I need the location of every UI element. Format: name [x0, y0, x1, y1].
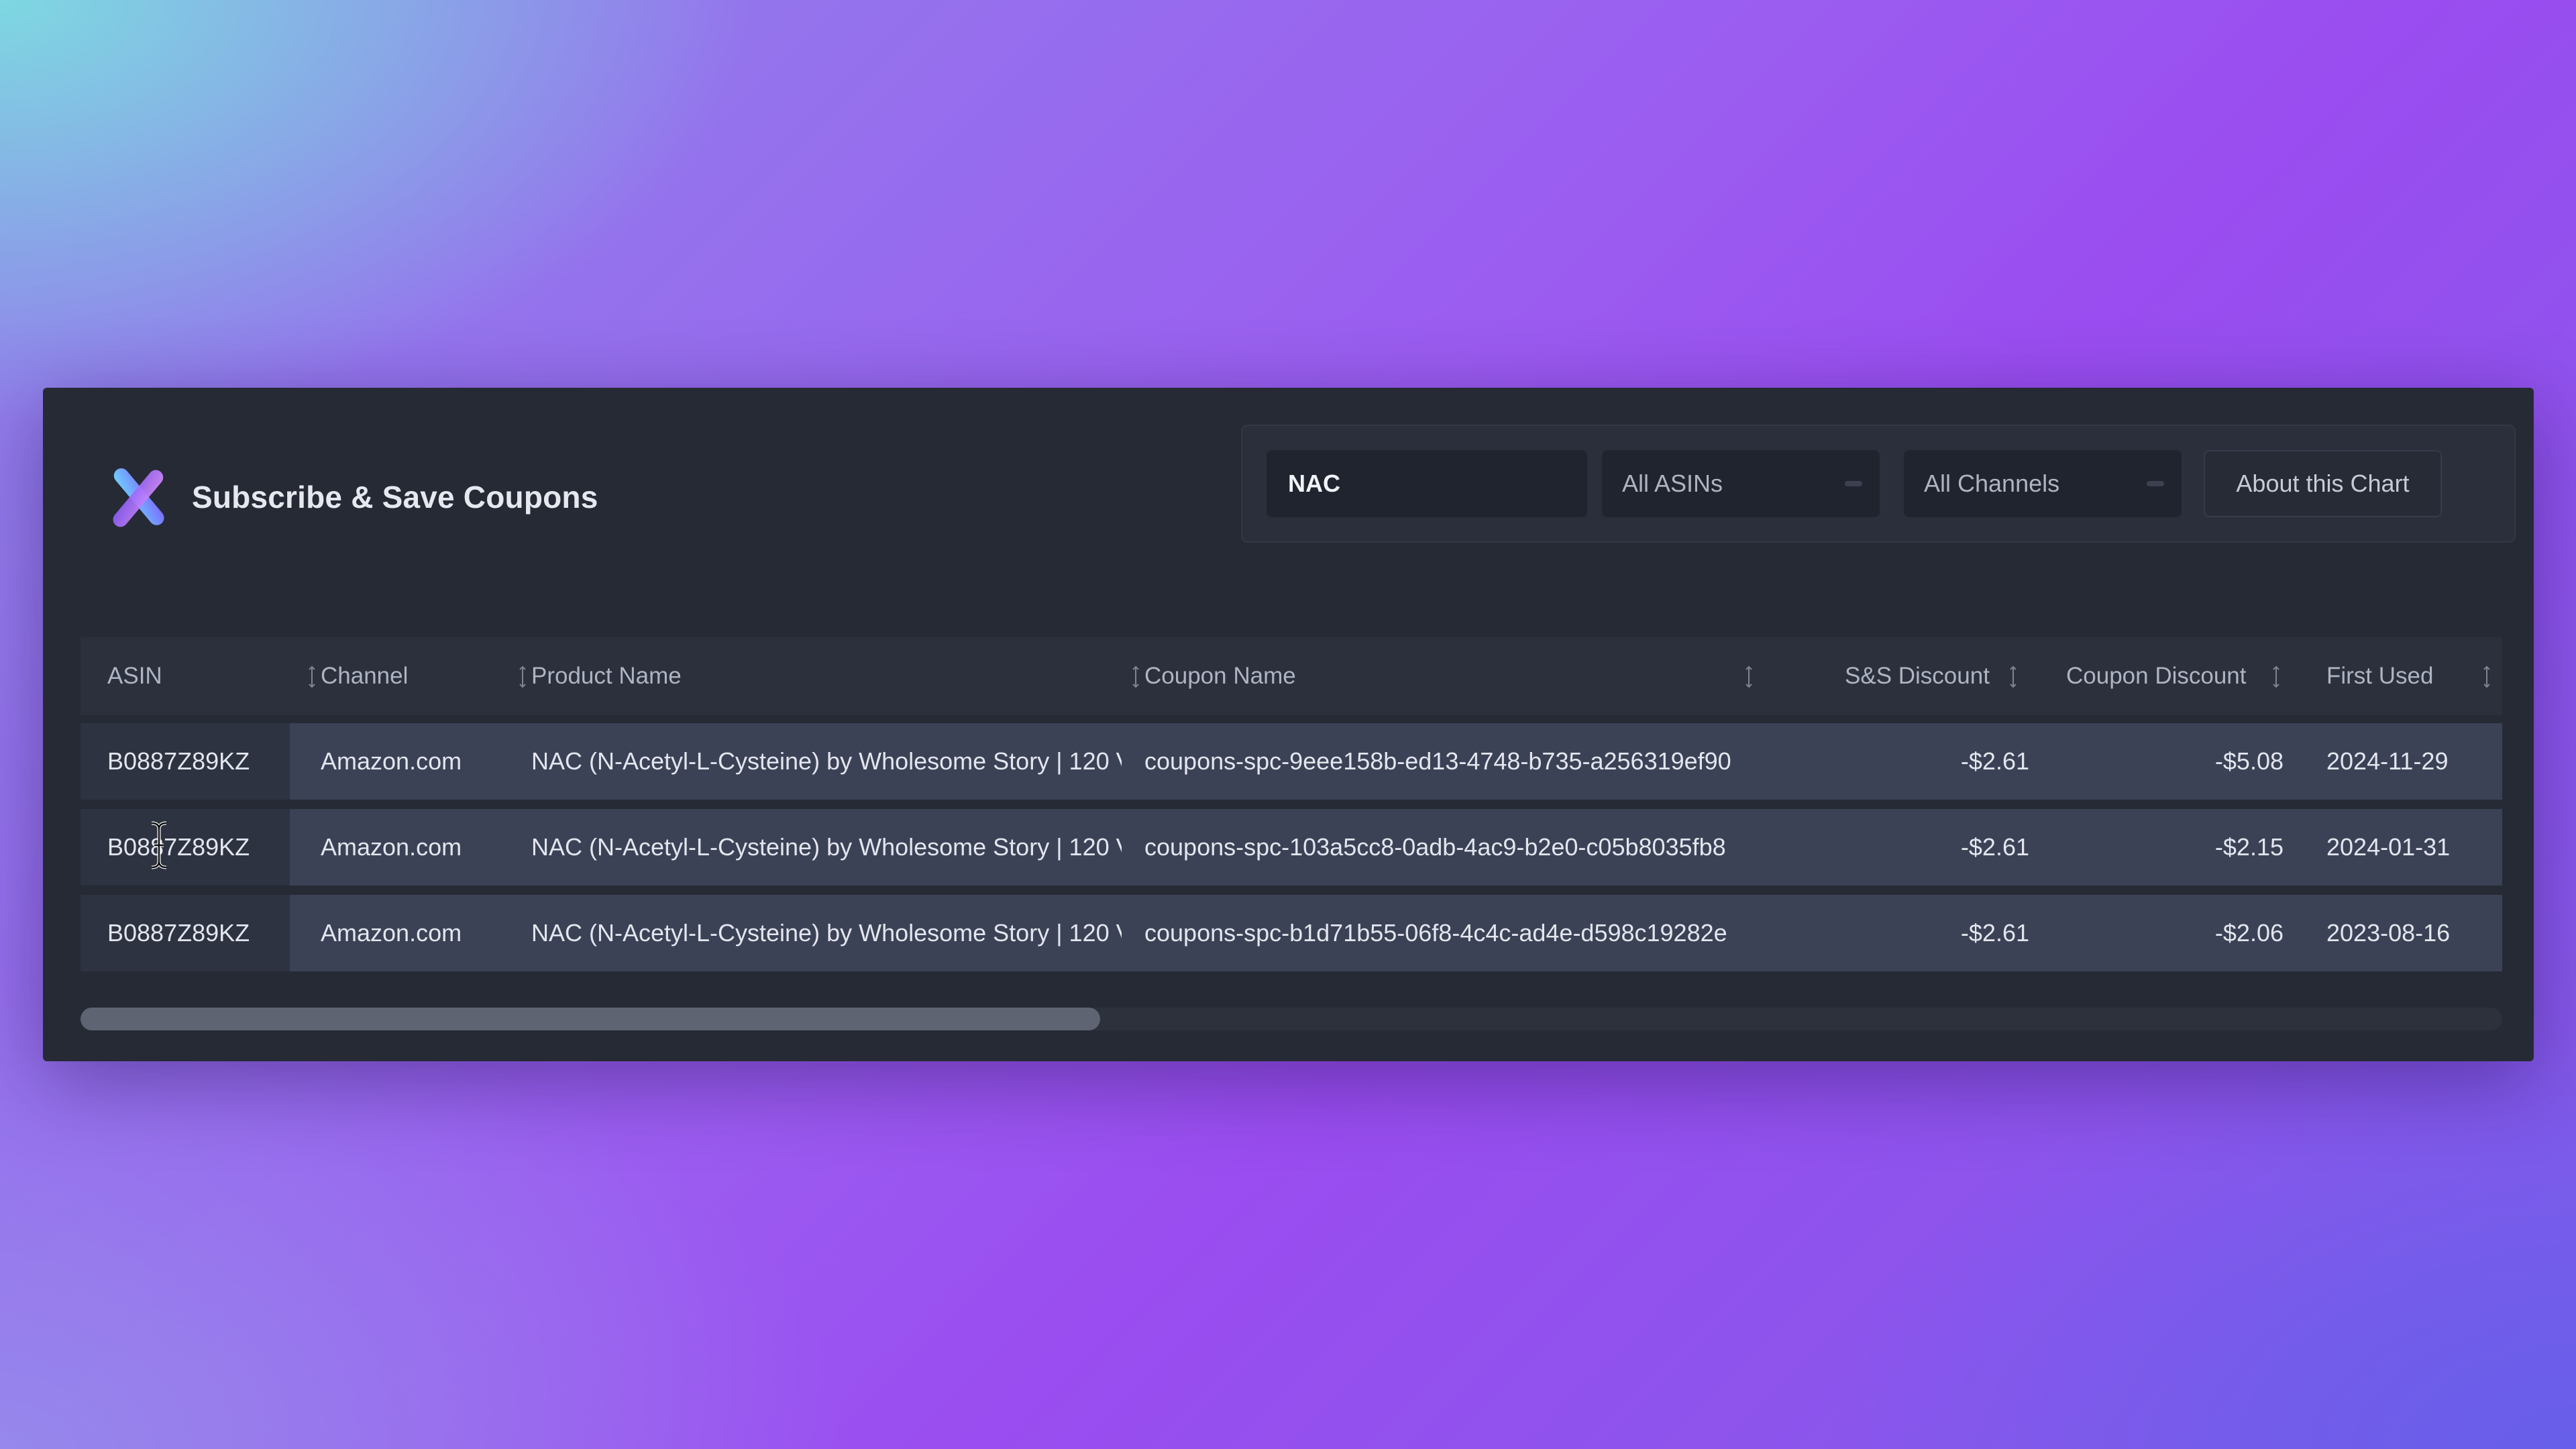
column-header-first-used[interactable]: First Used [2326, 637, 2487, 715]
product-name-cell: NAC (N-Acetyl-L-Cysteine) by Wholesome S… [531, 747, 1122, 775]
asin-filter-select[interactable]: All ASINs [1602, 450, 1880, 517]
column-header-coupon-name[interactable]: Coupon Name [1144, 637, 1732, 715]
channel-cell: Amazon.com [321, 919, 462, 947]
coupon-discount-cell: -$5.08 [2214, 747, 2284, 775]
coupon-name-cell: coupons-spc-103a5cc8-0adb-4ac9-b2e0-c05b… [1144, 833, 1726, 861]
panel-header: Subscribe & Save Coupons NAC All ASINs A… [43, 388, 2534, 609]
product-name-cell: NAC (N-Acetyl-L-Cysteine) by Wholesome S… [531, 919, 1122, 947]
coupons-panel: Subscribe & Save Coupons NAC All ASINs A… [43, 388, 2534, 1061]
about-chart-button[interactable]: About this Chart [2204, 450, 2442, 517]
column-header-channel[interactable]: Channel [321, 637, 482, 715]
column-header-product-name[interactable]: Product Name [531, 637, 1122, 715]
sort-icon[interactable] [2271, 665, 2281, 688]
asin-cell: B0887Z89KZ [107, 747, 250, 775]
coupons-table: ASIN Channel Product Name Coupon Name S&… [80, 637, 2502, 973]
coupon-discount-cell: -$2.15 [2214, 833, 2284, 861]
first-used-cell: 2024-11-29 [2326, 747, 2449, 775]
coupon-name-cell: coupons-spc-b1d71b55-06f8-4c4c-ad4e-d598… [1144, 919, 1727, 947]
horizontal-scrollbar[interactable] [80, 1008, 2502, 1030]
page-title: Subscribe & Save Coupons [192, 480, 598, 515]
column-header-coupon-discount[interactable]: Coupon Discount [2066, 637, 2288, 715]
sort-icon[interactable] [2482, 665, 2491, 688]
ss-discount-cell: -$2.61 [1960, 747, 2029, 775]
table-row[interactable]: B0887Z89KZ Amazon.com NAC (N-Acetyl-L-Cy… [80, 895, 2502, 971]
sort-icon[interactable] [1131, 665, 1140, 688]
sort-icon[interactable] [307, 665, 317, 688]
first-used-cell: 2023-08-16 [2326, 919, 2451, 947]
channel-cell: Amazon.com [321, 833, 462, 861]
dropdown-indicator-icon [1845, 481, 1862, 486]
column-header-asin[interactable]: ASIN [107, 637, 268, 715]
sort-icon[interactable] [1744, 665, 1754, 688]
table-row[interactable]: B0887Z89KZ Amazon.com NAC (N-Acetyl-L-Cy… [80, 723, 2502, 800]
table-header-row: ASIN Channel Product Name Coupon Name S&… [80, 637, 2502, 715]
sort-icon[interactable] [2008, 665, 2018, 688]
channel-cell: Amazon.com [321, 747, 462, 775]
sort-icon[interactable] [518, 665, 527, 688]
search-input[interactable]: NAC [1267, 450, 1587, 517]
coupon-name-cell: coupons-spc-9eee158b-ed13-4748-b735-a256… [1144, 747, 1731, 775]
product-name-cell: NAC (N-Acetyl-L-Cysteine) by Wholesome S… [531, 833, 1122, 861]
asin-cell: B0887Z89KZ [107, 833, 250, 861]
scrollbar-thumb[interactable] [80, 1008, 1100, 1030]
coupon-discount-cell: -$2.06 [2214, 919, 2284, 947]
ss-discount-cell: -$2.61 [1960, 833, 2029, 861]
asin-filter-label: All ASINs [1622, 470, 1723, 497]
dropdown-indicator-icon [2147, 481, 2164, 486]
channel-filter-label: All Channels [1924, 470, 2060, 497]
channel-filter-select[interactable]: All Channels [1904, 450, 2182, 517]
table-row[interactable]: B0887Z89KZ Amazon.com NAC (N-Acetyl-L-Cy… [80, 809, 2502, 885]
x-logo-icon [113, 468, 164, 527]
ss-discount-cell: -$2.61 [1960, 919, 2029, 947]
filter-bar: NAC All ASINs All Channels About this Ch… [1241, 425, 2516, 543]
first-used-cell: 2024-01-31 [2326, 833, 2451, 861]
asin-cell: B0887Z89KZ [107, 919, 250, 947]
text-cursor-icon [151, 821, 167, 869]
